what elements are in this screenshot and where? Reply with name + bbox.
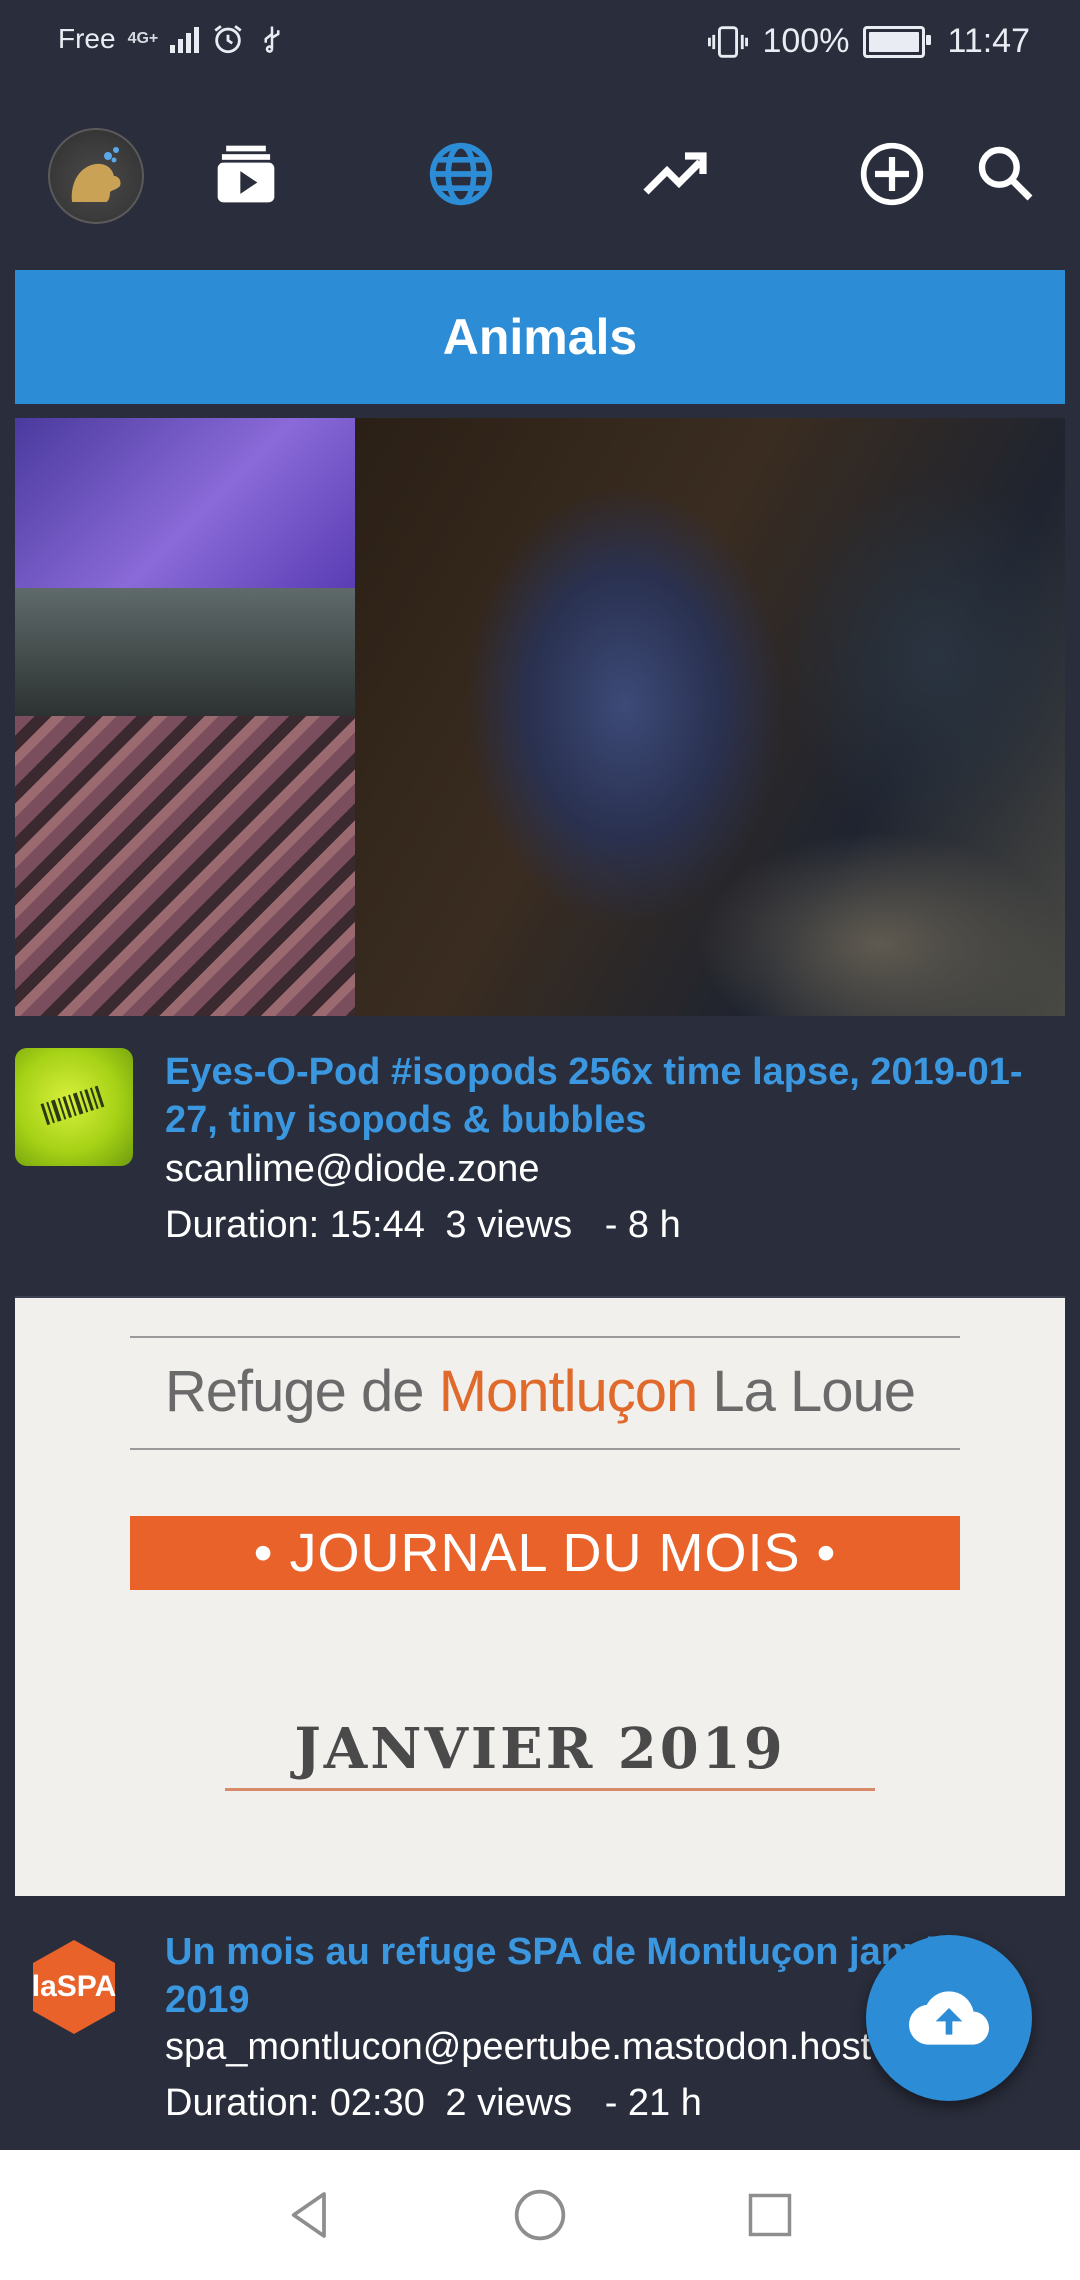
thumb-tile (355, 418, 1065, 1016)
video-list: Animals Eyes-O-Pod #isopods 256x time la… (15, 270, 1065, 2150)
spa-logo-text: laSPA (32, 1970, 116, 2003)
category-header: Animals (15, 270, 1065, 404)
carrier-label: Free (58, 23, 116, 54)
cloud-upload-icon (909, 1991, 989, 2045)
video-thumbnail[interactable] (15, 418, 1065, 1016)
subscriptions-icon (217, 145, 275, 203)
search-button[interactable] (964, 132, 1048, 216)
vibrate-icon (708, 25, 749, 58)
video-age: - 21 h (604, 2082, 702, 2124)
trending-button[interactable] (634, 132, 718, 216)
discover-button[interactable] (419, 132, 503, 216)
signal-icon (170, 25, 200, 53)
usb-icon (264, 26, 280, 53)
recents-button[interactable] (740, 2185, 800, 2245)
upload-fab[interactable] (866, 1935, 1032, 2101)
battery-percent: 100% (762, 22, 850, 60)
status-bar: Free 4G+ 100% 11:47 (0, 0, 1080, 92)
mascot-icon (71, 147, 121, 202)
channel-avatar[interactable] (15, 1048, 133, 1166)
recents-icon (748, 2193, 792, 2237)
video-thumbnail[interactable]: Refuge de Montluçon La Loue • JOURNAL DU… (15, 1298, 1065, 1896)
video-title[interactable]: Eyes-O-Pod #isopods 256x time lapse, 201… (165, 1048, 1025, 1144)
thumb-text: Refuge de (164, 1359, 439, 1424)
thumb-underline (225, 1788, 875, 1791)
search-icon (978, 146, 1033, 201)
thumb-rule (130, 1336, 960, 1338)
status-right: 100% 11:47 (708, 22, 1030, 61)
video-duration: Duration: 02:30 (165, 2082, 425, 2124)
thumb-rule (130, 1448, 960, 1450)
clock: 11:47 (947, 22, 1030, 60)
app-bar (0, 92, 1080, 260)
thumb-band: • JOURNAL DU MOIS • (130, 1516, 960, 1590)
video-channel[interactable]: scanlime@diode.zone (165, 1148, 539, 1191)
network-type: 4G+ (127, 30, 159, 47)
back-icon (291, 2192, 326, 2238)
thumb-text: La Loue (697, 1359, 916, 1424)
video-meta: Duration: 02:30 2 views - 21 h (165, 2082, 702, 2125)
video-views: 3 views (445, 1204, 573, 1246)
navigation-bar (0, 2150, 1080, 2280)
thumb-tile (15, 418, 355, 588)
video-item[interactable]: Eyes-O-Pod #isopods 256x time lapse, 201… (15, 1016, 1065, 1296)
video-age: - 8 h (604, 1204, 681, 1246)
video-meta: Duration: 15:44 3 views - 8 h (165, 1204, 681, 1247)
thumb-tile (15, 588, 355, 716)
upload-add-button[interactable] (850, 132, 934, 216)
thumb-tile (15, 716, 355, 1016)
barcode-icon (40, 1085, 105, 1126)
account-avatar[interactable] (48, 128, 144, 224)
channel-avatar[interactable]: laSPA (15, 1928, 133, 2046)
trending-icon (643, 152, 707, 195)
thumb-text-orange: Montluçon (438, 1359, 699, 1424)
spa-logo-icon: laSPA (32, 1940, 116, 2034)
globe-icon (429, 142, 493, 206)
battery-icon (863, 25, 932, 58)
alarm-icon (214, 25, 242, 54)
video-duration: Duration: 15:44 (165, 1204, 425, 1246)
thumb-date: JANVIER 2019 (294, 1716, 786, 1782)
subscriptions-button[interactable] (204, 132, 288, 216)
status-left: Free 4G+ (58, 22, 287, 56)
video-views: 2 views (445, 2082, 573, 2124)
add-circle-icon (860, 142, 924, 206)
back-button[interactable] (280, 2185, 340, 2245)
home-button[interactable] (510, 2185, 570, 2245)
thumb-text-title: Refuge de Montluçon La Loue (15, 1358, 1065, 1425)
home-icon (514, 2189, 566, 2241)
video-channel[interactable]: spa_montlucon@peertube.mastodon.host (165, 2026, 871, 2069)
